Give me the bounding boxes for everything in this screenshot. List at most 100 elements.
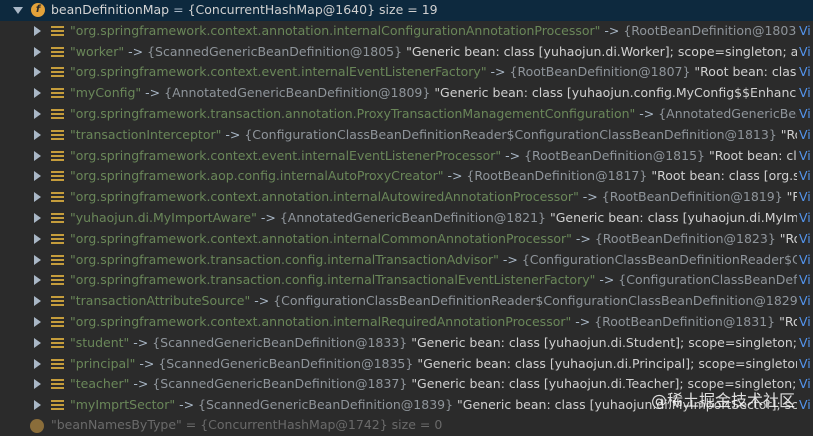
- view-link[interactable]: Vi: [797, 83, 813, 104]
- expand-arrow-icon[interactable]: [34, 316, 41, 327]
- map-entry-icon: [51, 233, 64, 245]
- view-link[interactable]: Vi: [797, 311, 813, 333]
- expand-arrow-icon[interactable]: [34, 108, 41, 119]
- tree-row-entry[interactable]: "student" -> {ScannedGenericBeanDefiniti…: [0, 332, 813, 354]
- entry-label: "myConfig" -> {AnnotatedGenericBeanDefin…: [70, 83, 813, 104]
- expand-arrow-icon[interactable]: [34, 296, 41, 307]
- entry-key: "student": [70, 334, 130, 350]
- tree-row-entry[interactable]: "worker" -> {ScannedGenericBeanDefinitio…: [0, 41, 813, 63]
- entry-key: "org.springframework.transaction.annotat…: [70, 105, 636, 121]
- entry-label: "org.springframework.context.annotation.…: [70, 312, 813, 333]
- view-link[interactable]: Vi: [797, 249, 813, 271]
- view-link[interactable]: Vi: [797, 103, 813, 125]
- entry-key: "org.springframework.context.annotation.…: [70, 230, 572, 246]
- tree-row-entry[interactable]: "org.springframework.context.event.inter…: [0, 145, 813, 167]
- tree-row-entry[interactable]: "org.springframework.context.event.inter…: [0, 62, 813, 84]
- tree-row-entry[interactable]: "org.springframework.context.annotation.…: [0, 311, 813, 333]
- expand-arrow-icon[interactable]: [34, 379, 41, 390]
- view-link[interactable]: Vi: [797, 395, 813, 416]
- entry-label: "transactionAttributeSource" -> {Configu…: [70, 291, 813, 312]
- entry-key: "org.springframework.context.event.inter…: [70, 147, 502, 163]
- entry-type: {RootBeanDefinition@1803}: [623, 22, 805, 38]
- expand-arrow-icon[interactable]: [34, 275, 41, 286]
- view-link[interactable]: Vi: [797, 291, 813, 312]
- expand-arrow-icon[interactable]: [34, 88, 41, 99]
- expand-arrow-icon[interactable]: [34, 25, 41, 36]
- view-link[interactable]: Vi: [797, 145, 813, 167]
- entry-key: "myImprtSector": [70, 397, 176, 413]
- tree-row-entry[interactable]: "org.springframework.transaction.annotat…: [0, 103, 813, 125]
- expand-arrow-icon[interactable]: [34, 171, 41, 182]
- expand-arrow-icon[interactable]: [34, 254, 41, 265]
- expand-arrow-icon[interactable]: [34, 192, 41, 203]
- view-link[interactable]: Vi: [797, 166, 813, 188]
- view-link[interactable]: Vi: [797, 62, 813, 84]
- expand-arrow-icon[interactable]: [34, 358, 41, 369]
- entry-key: "principal": [70, 355, 136, 371]
- tree-row-entry[interactable]: "org.springframework.context.annotation.…: [0, 228, 813, 250]
- entry-key: "org.springframework.transaction.config.…: [70, 251, 499, 267]
- entry-key: "org.springframework.context.annotation.…: [70, 22, 601, 38]
- tree-row-entry[interactable]: "org.springframework.context.annotation.…: [0, 187, 813, 208]
- map-entry-icon: [51, 192, 64, 203]
- tree-row-entry[interactable]: "principal" -> {ScannedGenericBeanDefini…: [0, 353, 813, 375]
- map-entry-icon: [51, 254, 64, 266]
- expand-arrow-icon[interactable]: [34, 233, 41, 244]
- map-entry-icon: [51, 212, 64, 224]
- entry-key: "yuhaojun.di.MyImportAware": [70, 209, 257, 225]
- tree-row-bean-definition-map[interactable]: f beanDefinitionMap = {ConcurrentHashMap…: [0, 0, 813, 21]
- expand-arrow-icon[interactable]: [34, 337, 41, 348]
- expand-arrow-icon[interactable]: [34, 150, 41, 161]
- collapse-arrow-icon[interactable]: [13, 7, 23, 14]
- expand-arrow-icon[interactable]: [34, 212, 41, 223]
- view-link[interactable]: Vi: [797, 374, 813, 396]
- entry-type: {ConfigurationClassBeanDefinitionReader$…: [273, 293, 806, 309]
- entry-label: "org.springframework.context.event.inter…: [70, 62, 813, 83]
- view-link[interactable]: Vi: [797, 41, 813, 63]
- view-link[interactable]: Vi: [797, 20, 813, 42]
- expand-arrow-icon[interactable]: [34, 46, 41, 57]
- view-link[interactable]: Vi: [797, 124, 813, 146]
- entry-label: "student" -> {ScannedGenericBeanDefiniti…: [70, 333, 813, 354]
- tree-row-entry[interactable]: "yuhaojun.di.MyImportAware" -> {Annotate…: [0, 207, 813, 229]
- expand-arrow-icon[interactable]: [34, 400, 41, 411]
- map-entry-icon: [51, 275, 64, 286]
- expand-arrow-icon[interactable]: [34, 129, 41, 140]
- root-size: size = 19: [379, 2, 438, 17]
- entry-label: "principal" -> {ScannedGenericBeanDefini…: [70, 354, 813, 375]
- map-entry-icon: [51, 129, 64, 141]
- entry-type: {RootBeanDefinition@1831}: [594, 313, 776, 329]
- view-link[interactable]: Vi: [797, 270, 813, 292]
- entry-value: "Generic bean: class [yuhaojun.di.Studen…: [411, 334, 813, 350]
- view-link[interactable]: Vi: [797, 207, 813, 229]
- tree-row-entry[interactable]: "org.springframework.transaction.config.…: [0, 270, 813, 292]
- map-entry-icon: [51, 46, 64, 58]
- tree-row-entry[interactable]: "org.springframework.context.annotation.…: [0, 20, 813, 42]
- tree-row-entry[interactable]: "transactionInterceptor" -> {Configurati…: [0, 124, 813, 146]
- map-entry-icon: [51, 88, 64, 99]
- entry-type: {ScannedGenericBeanDefinition@1839}: [198, 397, 454, 413]
- root-label: beanDefinitionMap = {ConcurrentHashMap@1…: [51, 2, 438, 17]
- view-link[interactable]: Vi: [797, 228, 813, 250]
- entry-type: {ConfigurationClassBeanDefinitionRea...: [618, 272, 813, 288]
- partial-row-text: "beanNamesByType" = {ConcurrentHashMap@1…: [51, 417, 443, 432]
- map-entry-icon: [51, 379, 64, 390]
- entry-key: "transactionInterceptor": [70, 126, 222, 142]
- entry-label: "org.springframework.transaction.config.…: [70, 250, 813, 271]
- entry-type: {ScannedGenericBeanDefinition@1837}: [152, 376, 408, 392]
- entry-type: {AnnotatedGenericBeanDefinit...: [658, 105, 813, 121]
- map-entry-icon: [51, 171, 64, 182]
- view-link[interactable]: Vi: [797, 353, 813, 375]
- map-entry-icon: [51, 316, 64, 328]
- expand-arrow-icon[interactable]: [34, 67, 41, 78]
- map-entry-icon: [51, 296, 64, 307]
- view-link[interactable]: Vi: [797, 187, 813, 208]
- view-link[interactable]: Vi: [797, 332, 813, 354]
- entry-key: "org.springframework.context.annotation.…: [70, 313, 572, 329]
- tree-row-entry[interactable]: "org.springframework.transaction.config.…: [0, 249, 813, 271]
- entry-type: {RootBeanDefinition@1815}: [524, 147, 705, 163]
- tree-row-entry[interactable]: "org.springframework.aop.config.internal…: [0, 166, 813, 188]
- tree-row-entry[interactable]: "transactionAttributeSource" -> {Configu…: [0, 291, 813, 312]
- tree-row-entry[interactable]: "myConfig" -> {AnnotatedGenericBeanDefin…: [0, 83, 813, 104]
- tree-row-partial[interactable]: "beanNamesByType" = {ConcurrentHashMap@1…: [0, 416, 813, 436]
